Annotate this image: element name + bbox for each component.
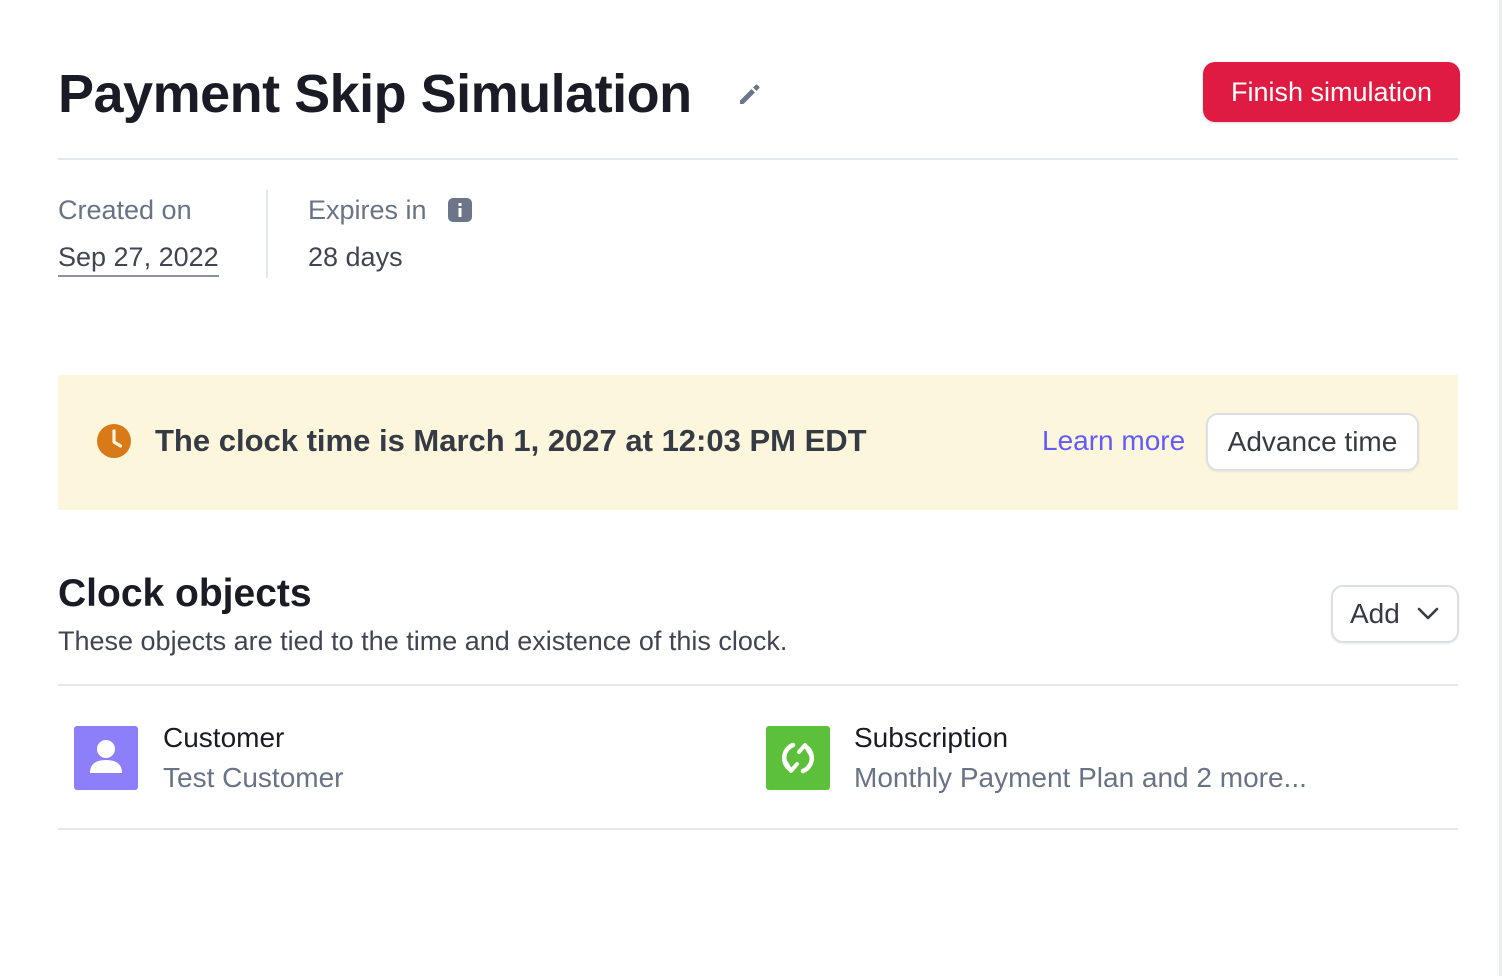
refresh-icon: [766, 726, 830, 790]
clock-icon: [96, 423, 132, 459]
clock-time-text: The clock time is March 1, 2027 at 12:03…: [155, 423, 867, 458]
clock-objects-title: Clock objects: [58, 572, 312, 615]
add-dropdown-button[interactable]: Add: [1331, 585, 1459, 643]
subscription-subtitle: Monthly Payment Plan and 2 more...: [854, 762, 1307, 793]
meta-divider: [266, 190, 268, 278]
pencil-icon[interactable]: [736, 80, 764, 108]
created-on-date[interactable]: Sep 27, 2022: [58, 242, 219, 277]
created-on-label: Created on: [58, 195, 192, 225]
advance-time-button[interactable]: Advance time: [1206, 413, 1419, 471]
clock-objects-description: These objects are tied to the time and e…: [58, 626, 788, 656]
subscription-title: Subscription: [854, 722, 1009, 753]
page-title: Payment Skip Simulation: [58, 64, 692, 124]
customer-subtitle: Test Customer: [163, 762, 344, 793]
customer-title: Customer: [163, 722, 285, 753]
person-icon: [74, 726, 138, 790]
clock-time-banner: The clock time is March 1, 2027 at 12:03…: [58, 375, 1458, 510]
expires-in-label: Expires in: [308, 195, 427, 225]
finish-simulation-button[interactable]: Finish simulation: [1203, 62, 1460, 122]
clock-objects-divider: [58, 684, 1458, 686]
info-icon[interactable]: [448, 198, 472, 222]
chevron-down-icon: [1417, 607, 1439, 620]
add-button-label: Add: [1350, 598, 1400, 629]
learn-more-link[interactable]: Learn more: [1042, 425, 1185, 457]
header-divider: [58, 158, 1458, 160]
list-bottom-divider: [58, 828, 1458, 830]
expires-in-value: 28 days: [308, 242, 403, 272]
